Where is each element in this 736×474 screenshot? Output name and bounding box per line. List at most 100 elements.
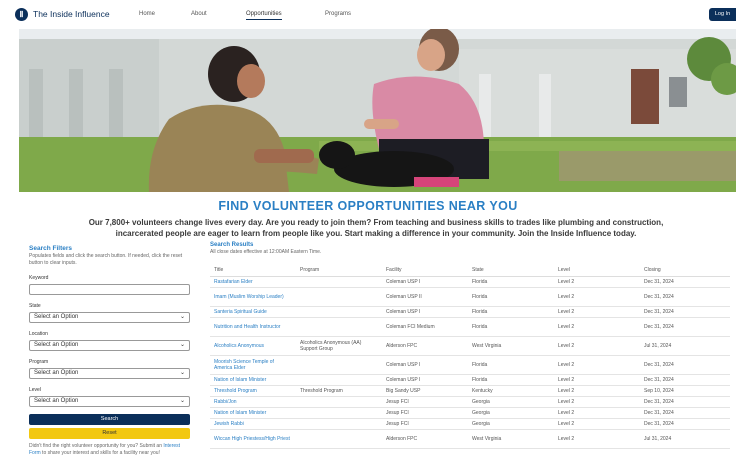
- cell-state: Georgia: [468, 418, 554, 430]
- login-button[interactable]: Log In: [709, 8, 736, 21]
- cell-state: Florida: [468, 306, 554, 318]
- table-row[interactable]: Nutrition and Health Instructor Coleman F…: [210, 317, 730, 337]
- page-title: FIND VOLUNTEER OPPORTUNITIES NEAR YOU: [218, 199, 518, 213]
- cell-state: Kentucky: [468, 385, 554, 397]
- location-select[interactable]: Select an Option ⌄: [29, 340, 190, 351]
- cell-closing: Dec 31, 2024: [640, 396, 730, 408]
- nav-link-about[interactable]: About: [191, 11, 207, 17]
- cell-title[interactable]: Rabbi/Jon: [210, 396, 296, 408]
- filters-footer: Didn't find the right volunteer opportun…: [29, 443, 190, 457]
- cell-program: [296, 317, 382, 337]
- table-row[interactable]: Rastafarian Elder Coleman USP I Florida Lev…: [210, 276, 730, 288]
- state-select-value: Select an Option: [34, 314, 79, 320]
- cell-closing: Dec 31, 2024: [640, 407, 730, 419]
- nav-link-opportunities[interactable]: Opportunities: [246, 11, 282, 20]
- cell-level: Level 2: [554, 355, 640, 375]
- cell-level: Level 2: [554, 276, 640, 288]
- cell-closing: Jul 31, 2024: [640, 336, 730, 356]
- filters-title: Search Filters: [29, 245, 72, 252]
- cell-facility: Coleman USP I: [382, 276, 468, 288]
- cell-title[interactable]: Santeria Spiritual Guide: [210, 306, 296, 318]
- cell-level: Level 2: [554, 418, 640, 430]
- location-select-value: Select an Option: [34, 342, 79, 348]
- column-header-state[interactable]: State: [468, 265, 554, 277]
- logo-icon[interactable]: Ⅱ: [15, 8, 28, 21]
- cell-closing: Dec 31, 2024: [640, 276, 730, 288]
- cell-state: Florida: [468, 374, 554, 386]
- column-header-closing[interactable]: Closing: [640, 265, 730, 277]
- cell-title[interactable]: Imam (Muslim Worship Leader): [210, 287, 296, 307]
- cell-level: Level 2: [554, 407, 640, 419]
- keyword-input[interactable]: [29, 284, 190, 295]
- cell-state: Georgia: [468, 396, 554, 408]
- cell-level: Level 2: [554, 317, 640, 337]
- table-row[interactable]: Jewish Rabbi Jesup FCI Georgia Level 2 Dec 3…: [210, 418, 730, 430]
- cell-program: [296, 355, 382, 375]
- cell-state: Florida: [468, 317, 554, 337]
- cell-program: [296, 276, 382, 288]
- cell-program: [296, 374, 382, 386]
- cell-facility: Big Sandy USP: [382, 385, 468, 397]
- cell-title[interactable]: Nation of Islam Minister: [210, 407, 296, 419]
- cell-title[interactable]: Moorish Science Temple of America Elder: [210, 355, 296, 375]
- cell-title[interactable]: Wiccan High Priestess/High Priest: [210, 429, 296, 449]
- level-label: Level: [29, 387, 41, 393]
- column-header-level[interactable]: Level: [554, 265, 640, 277]
- cell-title[interactable]: Rastafarian Elder: [210, 276, 296, 288]
- column-header-program[interactable]: Program: [296, 265, 382, 277]
- cell-level: Level 2: [554, 385, 640, 397]
- cell-title[interactable]: Jewish Rabbi: [210, 418, 296, 430]
- table-row[interactable]: Moorish Science Temple of America Elder C…: [210, 355, 730, 375]
- nav-link-programs[interactable]: Programs: [325, 11, 351, 17]
- cell-state: Georgia: [468, 407, 554, 419]
- table-header-row: Title Program Facility State Level Closi…: [210, 265, 730, 277]
- table-row[interactable]: Nation of Islam Minister Coleman USP I Flo…: [210, 374, 730, 386]
- cell-closing: Dec 31, 2024: [640, 306, 730, 318]
- state-label: State: [29, 303, 41, 309]
- cell-state: West Virginia: [468, 429, 554, 449]
- program-select-value: Select an Option: [34, 370, 79, 376]
- table-row[interactable]: Threshold Program Threshold Program Big Sa…: [210, 385, 730, 397]
- cell-title[interactable]: Threshold Program: [210, 385, 296, 397]
- cell-closing: Dec 31, 2024: [640, 374, 730, 386]
- table-row[interactable]: Wiccan High Priestess/High Priest Alderso…: [210, 429, 730, 449]
- column-header-facility[interactable]: Facility: [382, 265, 468, 277]
- table-row[interactable]: Imam (Muslim Worship Leader) Coleman USP …: [210, 287, 730, 307]
- table-row[interactable]: Rabbi/Jon Jesup FCI Georgia Level 2 Dec 31, …: [210, 396, 730, 408]
- cell-facility: Jesup FCI: [382, 418, 468, 430]
- search-results: Search Results All close dates effective…: [210, 242, 730, 449]
- intro-line-2: incarcerated people are eager to learn f…: [115, 229, 637, 238]
- cell-facility: Coleman USP I: [382, 355, 468, 375]
- program-select[interactable]: Select an Option ⌄: [29, 368, 190, 379]
- reset-button[interactable]: Reset: [29, 428, 190, 439]
- level-select[interactable]: Select an Option ⌄: [29, 396, 190, 407]
- cell-title[interactable]: Nation of Islam Minister: [210, 374, 296, 386]
- cell-closing: Dec 31, 2024: [640, 287, 730, 307]
- cell-closing: Dec 31, 2024: [640, 418, 730, 430]
- cell-level: Level 2: [554, 287, 640, 307]
- cell-facility: Coleman FCI Medium: [382, 317, 468, 337]
- hero-photo-illustration: [19, 29, 736, 192]
- cell-facility: Alderson FPC: [382, 429, 468, 449]
- cell-state: Florida: [468, 287, 554, 307]
- cell-facility: Alderson FPC: [382, 336, 468, 356]
- nav-link-home[interactable]: Home: [139, 11, 155, 17]
- search-button[interactable]: Search: [29, 414, 190, 425]
- keyword-label: Keyword: [29, 275, 49, 281]
- table-row[interactable]: Nation of Islam Minister Jesup FCI Georgia…: [210, 407, 730, 419]
- filters-help: Populates fields and click the search bu…: [29, 253, 183, 266]
- cell-program: [296, 306, 382, 318]
- state-select[interactable]: Select an Option ⌄: [29, 312, 190, 323]
- cell-level: Level 2: [554, 374, 640, 386]
- column-header-title[interactable]: Title: [210, 265, 296, 277]
- footer-text-post: to share your interest and skills for a …: [40, 450, 160, 456]
- chevron-down-icon: ⌄: [179, 370, 185, 376]
- brand-name[interactable]: The Inside Influence: [33, 9, 110, 19]
- table-row[interactable]: Santeria Spiritual Guide Coleman USP I Flo…: [210, 306, 730, 318]
- table-row[interactable]: Alcoholics Anonymous Alcoholics Anonymous…: [210, 336, 730, 356]
- footer-text-pre: Didn't find the right volunteer opportun…: [29, 443, 164, 449]
- cell-closing: Dec 31, 2024: [640, 355, 730, 375]
- cell-title[interactable]: Nutrition and Health Instructor: [210, 317, 296, 337]
- cell-level: Level 2: [554, 396, 640, 408]
- cell-title[interactable]: Alcoholics Anonymous: [210, 336, 296, 356]
